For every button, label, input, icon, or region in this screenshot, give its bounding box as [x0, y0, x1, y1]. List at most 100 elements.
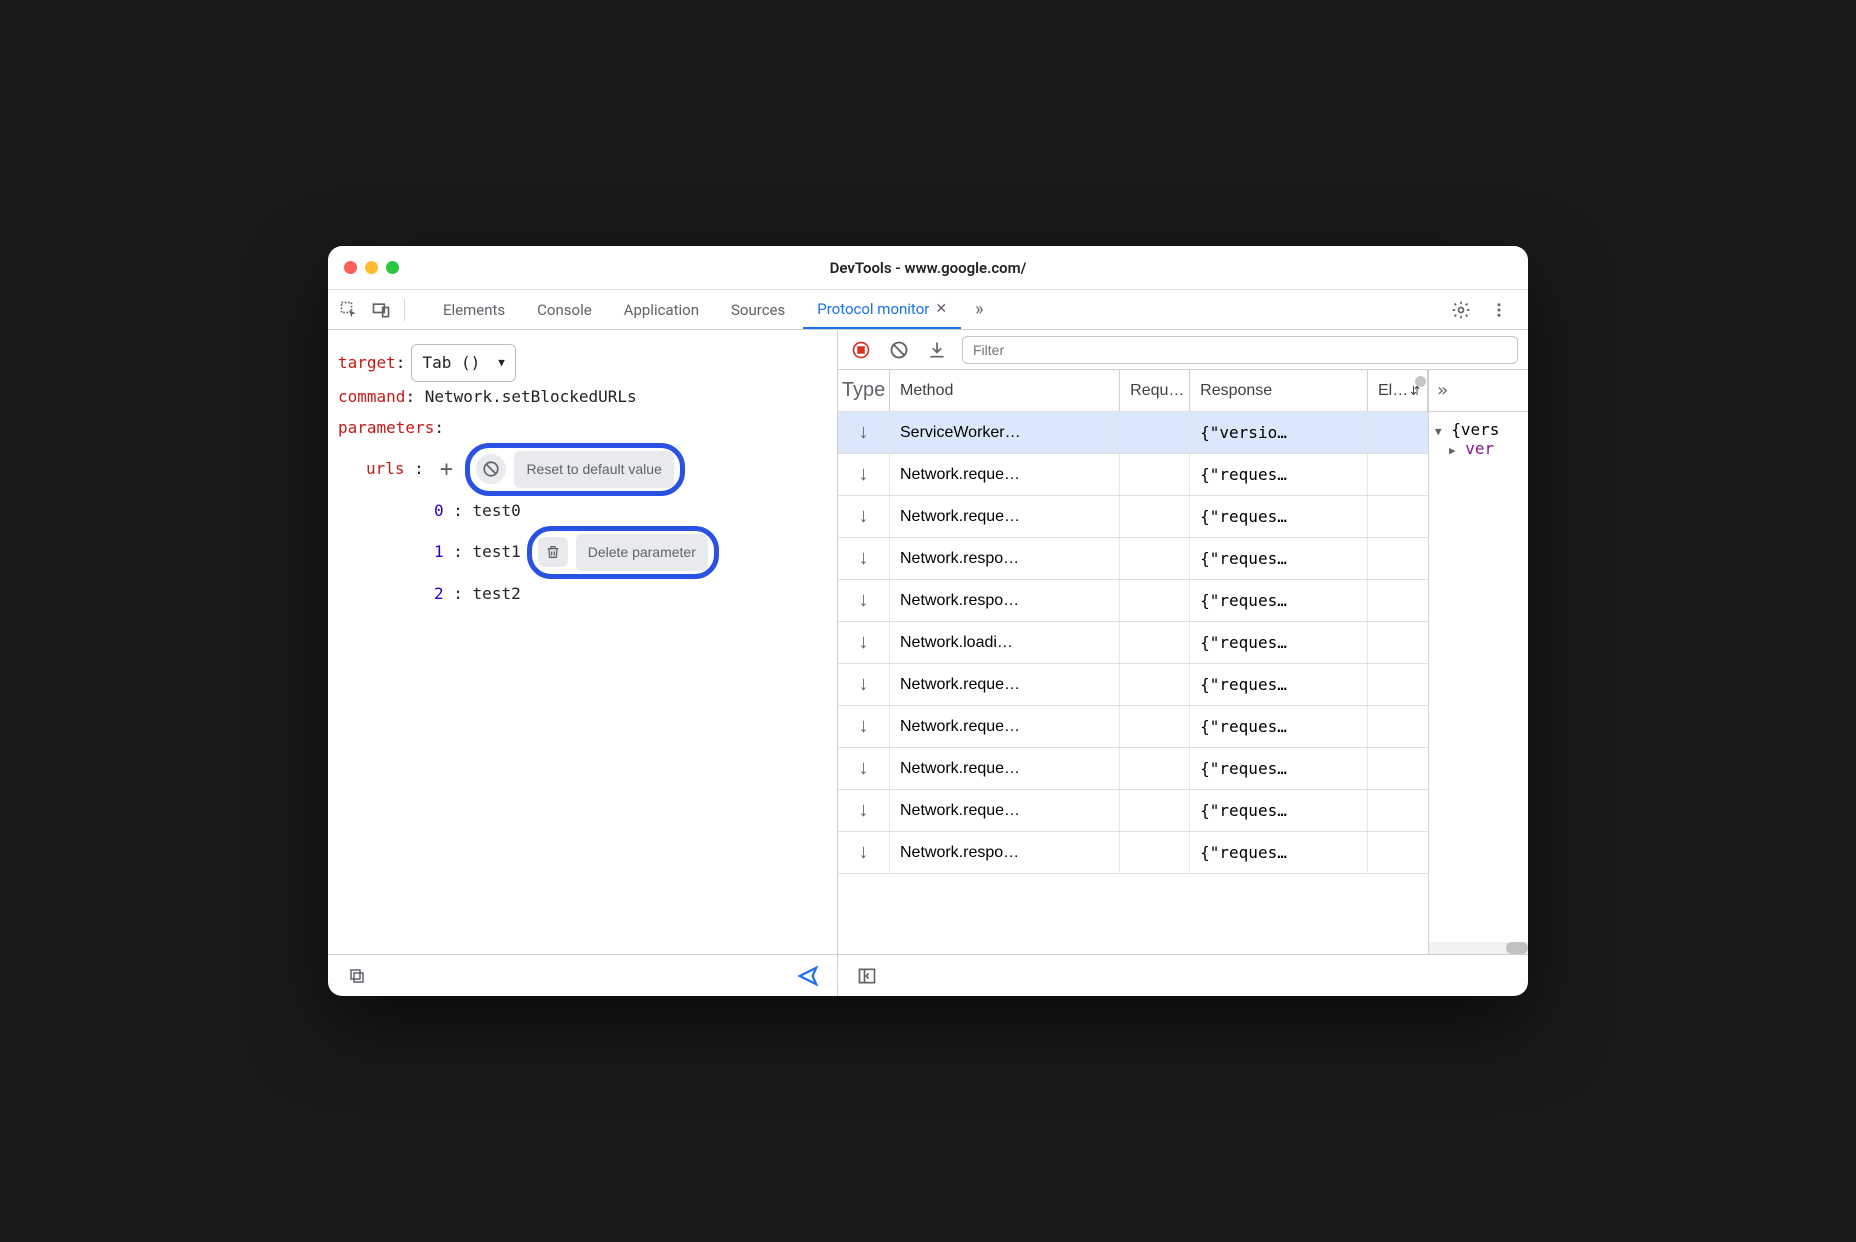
- cell-type: ↓: [838, 580, 890, 621]
- filter-input[interactable]: [962, 336, 1518, 364]
- cell-method: Network.loadi…: [890, 622, 1120, 663]
- cell-request: [1120, 664, 1190, 705]
- monitor-footer: [838, 954, 1528, 996]
- cell-response: {"reques…: [1190, 748, 1368, 789]
- settings-icon[interactable]: [1446, 295, 1476, 325]
- cell-method: Network.reque…: [890, 790, 1120, 831]
- close-tab-icon[interactable]: ✕: [935, 301, 947, 317]
- monitor-pane: Type Method Requ… Response El…⇵ ↓Service…: [838, 330, 1528, 996]
- cell-method: ServiceWorker…: [890, 412, 1120, 453]
- cell-request: [1120, 538, 1190, 579]
- cell-elapsed: [1368, 622, 1428, 663]
- cell-method: Network.reque…: [890, 706, 1120, 747]
- cell-response: {"reques…: [1190, 538, 1368, 579]
- more-details-tabs-icon[interactable]: »: [1437, 380, 1448, 401]
- cell-request: [1120, 580, 1190, 621]
- tab-application[interactable]: Application: [610, 292, 713, 328]
- tab-elements[interactable]: Elements: [429, 292, 519, 328]
- command-label: command: [338, 382, 405, 412]
- resize-handle[interactable]: [1415, 376, 1426, 387]
- details-tree[interactable]: ▼ {vers ▶ ver: [1429, 412, 1528, 466]
- cell-response: {"reques…: [1190, 454, 1368, 495]
- url-value[interactable]: test2: [473, 579, 521, 609]
- table-row[interactable]: ↓Network.reque…{"reques…: [838, 664, 1428, 706]
- more-tabs-icon[interactable]: »: [965, 299, 993, 320]
- grid-header: Type Method Requ… Response El…⇵: [838, 370, 1428, 412]
- clear-button[interactable]: [886, 337, 912, 363]
- add-item-button[interactable]: +: [433, 456, 459, 482]
- window-title: DevTools - www.google.com/: [344, 259, 1512, 277]
- target-select[interactable]: Tab () ▼: [411, 344, 515, 382]
- disclosure-down-icon[interactable]: ▼: [1435, 425, 1442, 438]
- url-value[interactable]: test0: [473, 496, 521, 526]
- cell-method: Network.respo…: [890, 832, 1120, 873]
- cell-elapsed: [1368, 454, 1428, 495]
- cell-type: ↓: [838, 496, 890, 537]
- trash-icon[interactable]: [538, 537, 568, 567]
- cell-type: ↓: [838, 748, 890, 789]
- details-sidebar: » ▼ {vers ▶ ver: [1428, 370, 1528, 954]
- col-request[interactable]: Requ…: [1120, 370, 1190, 411]
- col-type[interactable]: Type: [838, 370, 890, 411]
- url-value[interactable]: test1: [473, 537, 521, 567]
- cell-request: [1120, 622, 1190, 663]
- grid-body[interactable]: ↓ServiceWorker…{"versio…↓Network.reque…{…: [838, 412, 1428, 954]
- table-row[interactable]: ↓Network.respo…{"reques…: [838, 538, 1428, 580]
- close-window-button[interactable]: [344, 261, 357, 274]
- record-button[interactable]: [848, 337, 874, 363]
- minimize-window-button[interactable]: [365, 261, 378, 274]
- cell-elapsed: [1368, 496, 1428, 537]
- cell-response: {"reques…: [1190, 622, 1368, 663]
- table-row[interactable]: ↓Network.reque…{"reques…: [838, 748, 1428, 790]
- kebab-menu-icon[interactable]: [1484, 295, 1514, 325]
- scroll-thumb[interactable]: [1506, 942, 1528, 954]
- table-row[interactable]: ↓ServiceWorker…{"versio…: [838, 412, 1428, 454]
- table-row[interactable]: ↓Network.respo…{"reques…: [838, 832, 1428, 874]
- details-tabs: »: [1429, 370, 1528, 412]
- cell-elapsed: [1368, 538, 1428, 579]
- cell-request: [1120, 706, 1190, 747]
- send-button[interactable]: [793, 961, 823, 991]
- url-index: 2: [434, 579, 444, 609]
- tab-protocol-monitor[interactable]: Protocol monitor ✕: [803, 291, 961, 329]
- reset-annotation: Reset to default value: [465, 443, 684, 496]
- url-index: 0: [434, 496, 444, 526]
- table-row[interactable]: ↓Network.respo… {"reques…: [838, 580, 1428, 622]
- cell-response: {"reques…: [1190, 706, 1368, 747]
- device-toolbar-icon[interactable]: [366, 295, 396, 325]
- devtools-window: DevTools - www.google.com/ Elements Cons…: [328, 246, 1528, 996]
- events-grid: Type Method Requ… Response El…⇵ ↓Service…: [838, 370, 1428, 954]
- col-response[interactable]: Response: [1190, 370, 1368, 411]
- cell-elapsed: [1368, 790, 1428, 831]
- table-row[interactable]: ↓Network.reque…{"reques…: [838, 454, 1428, 496]
- col-method[interactable]: Method: [890, 370, 1120, 411]
- inspect-icon[interactable]: [334, 295, 364, 325]
- cell-type: ↓: [838, 664, 890, 705]
- disclosure-right-icon[interactable]: ▶: [1449, 444, 1456, 457]
- zoom-window-button[interactable]: [386, 261, 399, 274]
- no-entry-icon[interactable]: [476, 454, 506, 484]
- tab-sources[interactable]: Sources: [717, 292, 799, 328]
- cell-request: [1120, 832, 1190, 873]
- toggle-drawer-icon[interactable]: [852, 961, 882, 991]
- cell-response: {"reques…: [1190, 664, 1368, 705]
- cell-type: ↓: [838, 706, 890, 747]
- delete-tooltip: Delete parameter: [576, 534, 708, 571]
- cell-type: ↓: [838, 538, 890, 579]
- table-row[interactable]: ↓Network.reque…{"reques…: [838, 790, 1428, 832]
- horizontal-scrollbar[interactable]: [1429, 942, 1528, 954]
- command-editor-pane: target: Tab () ▼ command: Network.setBlo…: [328, 330, 838, 996]
- monitor-toolbar: [838, 330, 1528, 370]
- table-row[interactable]: ↓Network.loadi…{"reques…: [838, 622, 1428, 664]
- cell-request: [1120, 748, 1190, 789]
- cell-type: ↓: [838, 454, 890, 495]
- download-button[interactable]: [924, 337, 950, 363]
- cell-method: Network.respo…: [890, 580, 1120, 621]
- main-tabbar: Elements Console Application Sources Pro…: [328, 290, 1528, 330]
- table-row[interactable]: ↓Network.reque…{"reques…: [838, 496, 1428, 538]
- content-area: target: Tab () ▼ command: Network.setBlo…: [328, 330, 1528, 996]
- cell-response: {"reques…: [1190, 580, 1368, 621]
- table-row[interactable]: ↓Network.reque… {"reques…: [838, 706, 1428, 748]
- tab-console[interactable]: Console: [523, 292, 606, 328]
- copy-icon[interactable]: [342, 961, 372, 991]
